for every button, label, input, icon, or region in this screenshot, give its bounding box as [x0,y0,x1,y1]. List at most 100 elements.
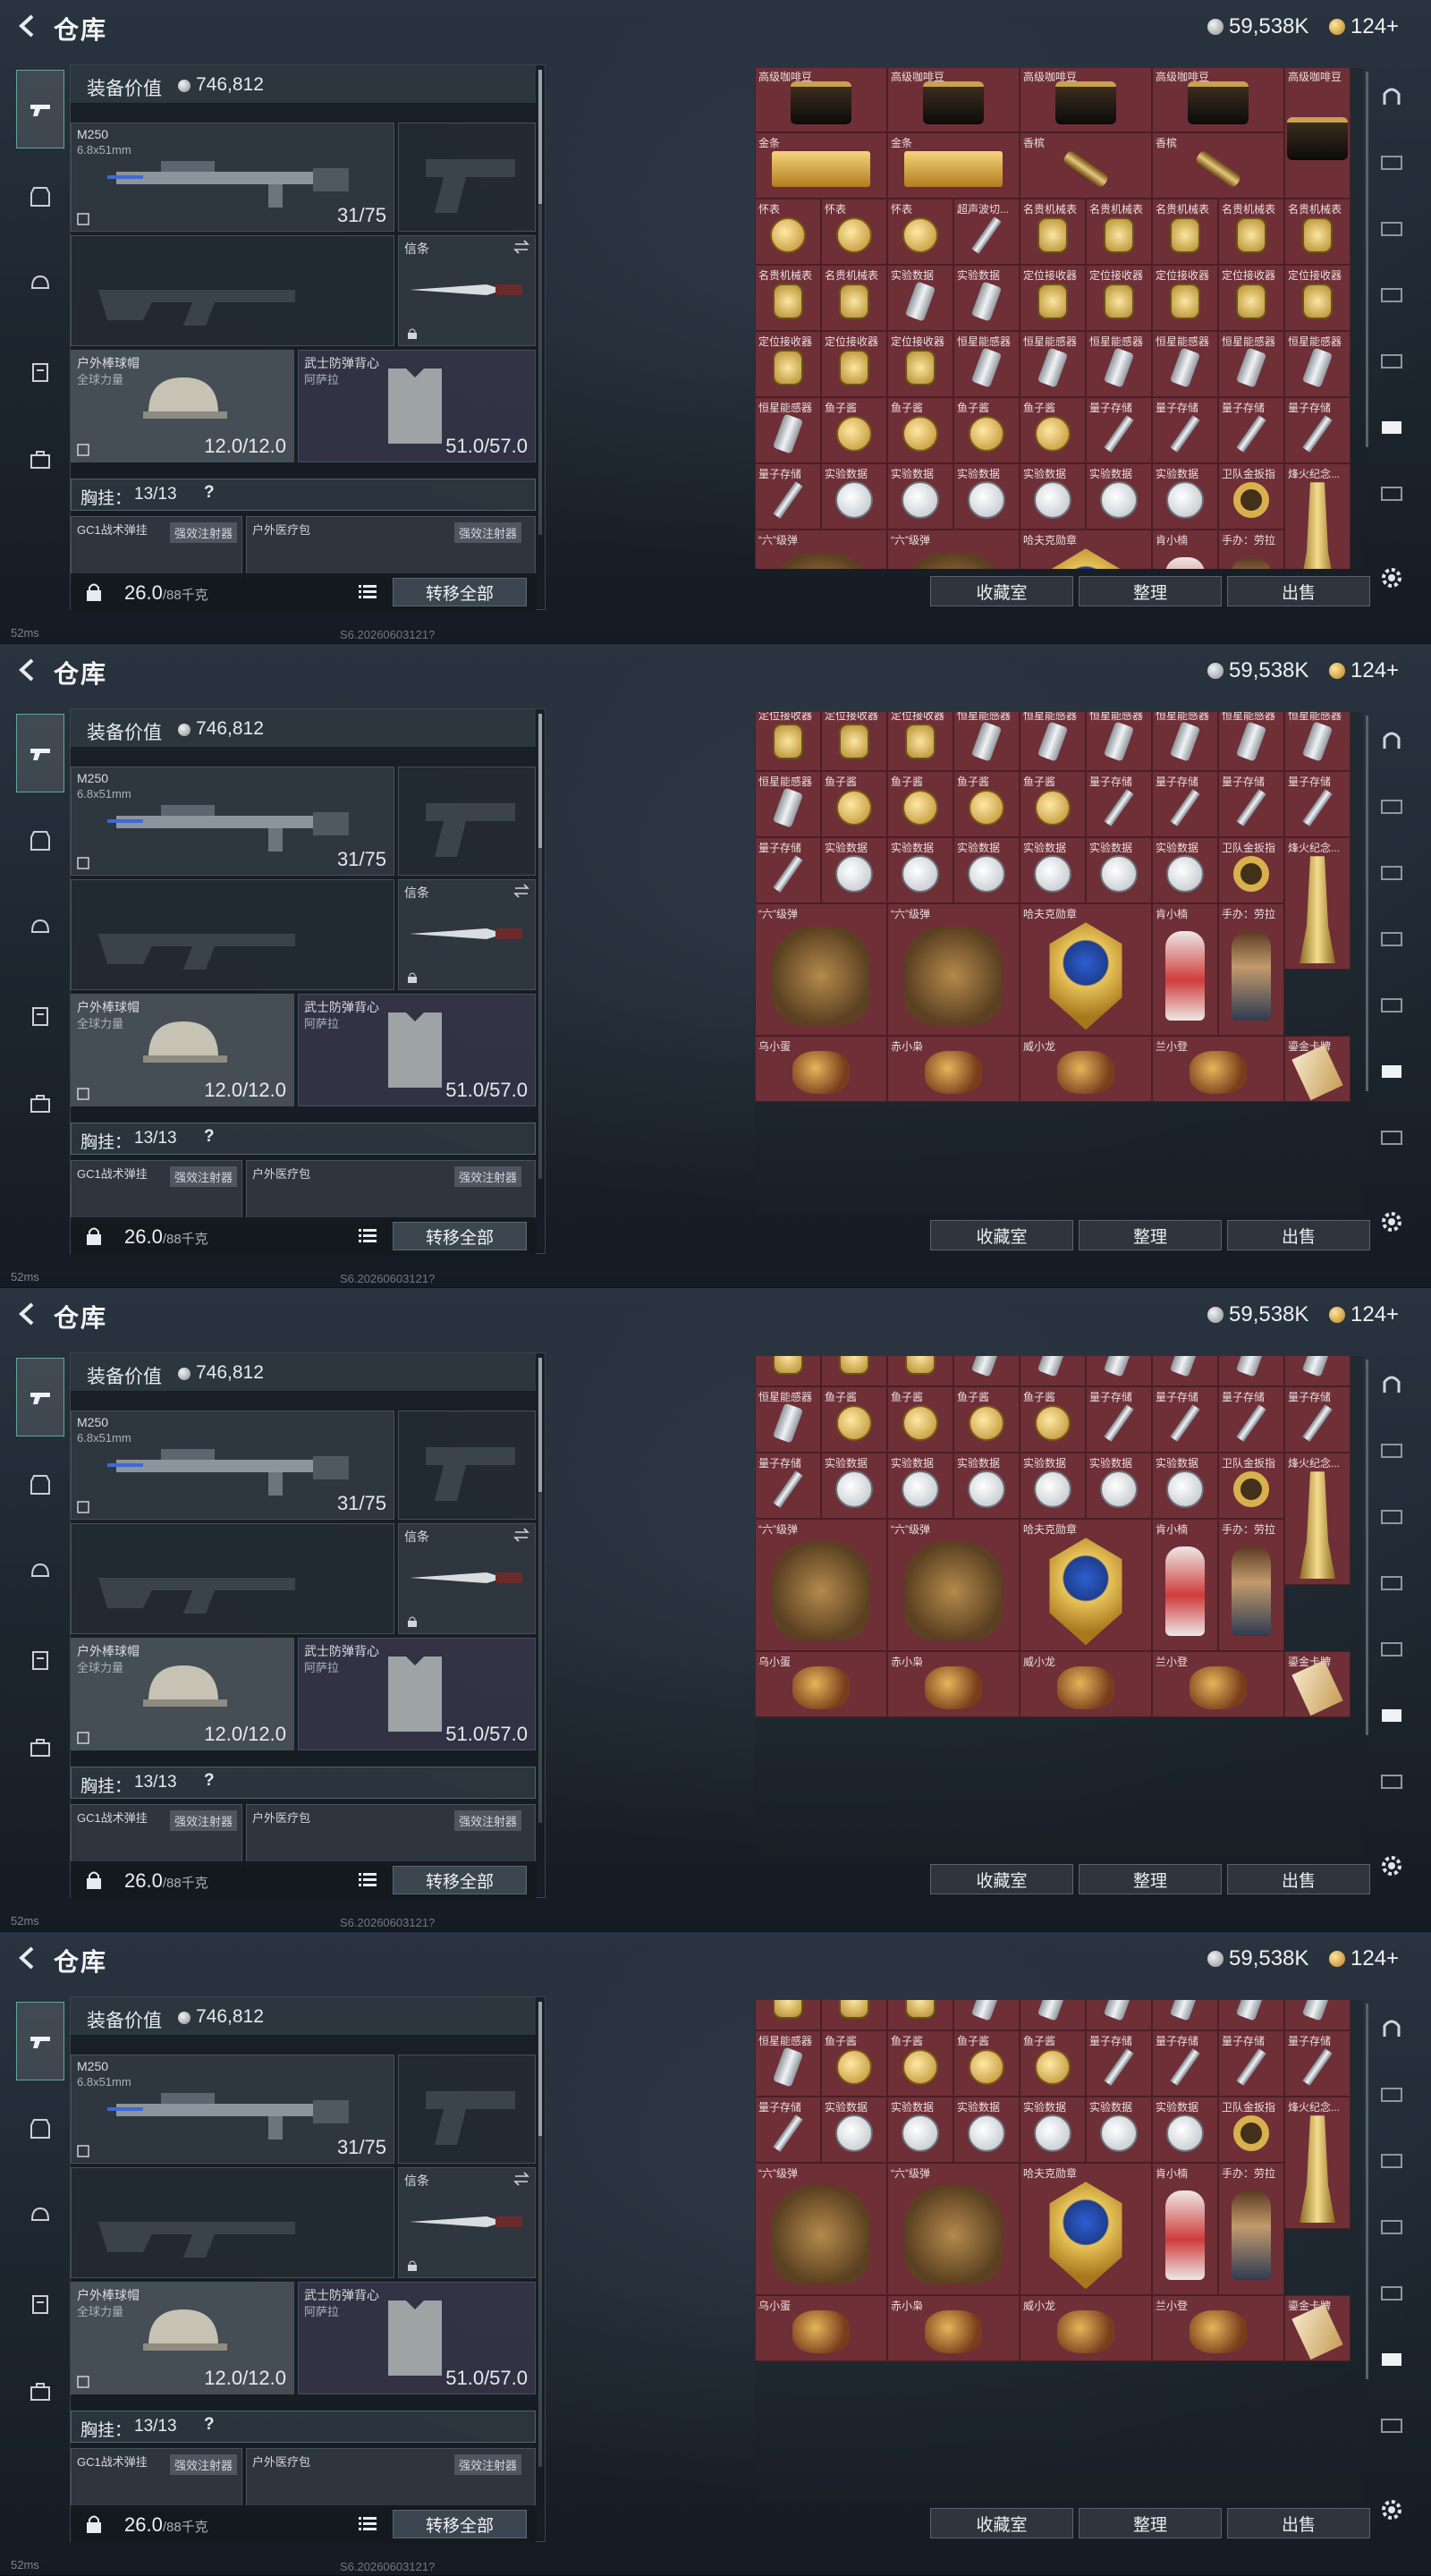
back-arrow-icon[interactable] [14,657,41,683]
inventory-item[interactable]: 定位接收器 [821,331,887,397]
armor-slot[interactable]: 武士防弹背心 阿萨拉 51.0/57.0 [298,1638,536,1750]
inventory-item[interactable]: 实验数据 [1152,1453,1218,1519]
inventory-item[interactable]: 恒星能感器 [1284,2000,1351,2030]
inventory-item[interactable]: 实验数据 [1152,463,1218,530]
helmet-slot[interactable]: 户外棒球帽 全球力量 12.0/12.0 [71,1638,294,1750]
inventory-item[interactable]: 定位接收器 [1218,265,1284,331]
inventory-item[interactable]: “六”级弹 [887,2163,1020,2295]
loadout-scroll-thumb[interactable] [538,714,542,848]
inventory-item[interactable]: 实验数据 [1020,463,1086,530]
storage-tab-1[interactable] [1368,68,1415,125]
collection-room-button[interactable]: 收藏室 [930,1864,1073,1894]
storage-tab-4[interactable] [1368,2199,1415,2256]
loadout-scrollbar[interactable] [538,70,542,535]
transfer-all-button[interactable]: 转移全部 [393,1866,527,1894]
inventory-item[interactable]: 恒星能感器 [1020,331,1086,397]
inventory-item[interactable]: “六”级弹 [755,2163,887,2295]
helmet-slot[interactable]: 户外棒球帽 全球力量 12.0/12.0 [71,350,294,462]
melee-slot[interactable]: 信条 [398,1523,536,1634]
armor-slot[interactable]: 武士防弹背心 阿萨拉 51.0/57.0 [298,2282,536,2394]
inventory-item[interactable]: 香槟 [1020,132,1152,199]
inventory-item[interactable]: 乌小蛋 [755,2295,887,2361]
nav-helmet-tab[interactable] [16,1533,64,1612]
inventory-item[interactable]: 恒星能感器 [1086,2000,1152,2030]
inventory-item[interactable]: 定位接收器 [821,1356,887,1386]
storage-tab-5[interactable] [1368,333,1415,390]
inventory-item[interactable]: 量子存储 [1284,397,1351,463]
inventory-item[interactable]: 恒星能感器 [1086,712,1152,771]
gear-icon[interactable] [1379,565,1404,590]
collection-room-button[interactable]: 收藏室 [930,2508,1073,2538]
inventory-item[interactable]: 实验数据 [953,463,1020,530]
inventory-item[interactable]: 恒星能感器 [1152,331,1218,397]
storage-tab-3[interactable] [1368,200,1415,258]
transfer-all-button[interactable]: 转移全部 [393,2510,527,2538]
inventory-item[interactable]: 高级咖啡豆 [1284,68,1351,199]
nav-bag-tab[interactable] [16,420,64,499]
primary-weapon-slot[interactable]: M250 6.8x51mm 31/75 [71,123,394,232]
inventory-item[interactable]: 香槟 [1152,132,1284,199]
inventory-item[interactable]: 威小龙 [1020,2295,1152,2361]
inventory-item[interactable]: 名贵机械表 [1020,199,1086,265]
loadout-scroll-thumb[interactable] [538,1358,542,1492]
inventory-item[interactable]: 定位接收器 [821,712,887,771]
inventory-item[interactable]: 鱼子酱 [953,2030,1020,2097]
inventory-item[interactable]: 卫队金扳指 [1218,2097,1284,2163]
silver-currency[interactable]: 59,538K [1207,14,1308,39]
inventory-item[interactable]: 恒星能感器 [1284,331,1351,397]
inventory-item[interactable]: 恒星能感器 [1218,1356,1284,1386]
nav-weapon-tab[interactable] [16,1358,64,1436]
inventory-item[interactable]: 恒星能感器 [755,1386,821,1453]
inventory-item[interactable]: 鎏金卡牌 [1284,2295,1351,2361]
storage-tab-4[interactable] [1368,911,1415,968]
inventory-item[interactable]: 手办：劳拉 [1218,2163,1284,2295]
storage-tab-1[interactable] [1368,1356,1415,1413]
organize-button[interactable]: 整理 [1079,576,1222,606]
storage-tab-2[interactable] [1368,1422,1415,1479]
sell-button[interactable]: 出售 [1227,1220,1370,1250]
inventory-item[interactable]: 恒星能感器 [755,771,821,837]
gold-currency[interactable]: 124+ [1329,658,1399,683]
inventory-item[interactable]: 定位接收器 [887,2000,953,2030]
inventory-item[interactable]: 定位接收器 [1020,265,1086,331]
storage-tab-3[interactable] [1368,1488,1415,1546]
inventory-item[interactable]: 量子存储 [1284,771,1351,837]
inventory-item[interactable]: 恒星能感器 [1284,712,1351,771]
storage-tab-5[interactable] [1368,977,1415,1034]
inventory-item[interactable]: 名贵机械表 [755,265,821,331]
inventory-item[interactable]: “六”级弹 [887,1519,1020,1651]
inventory-item[interactable]: 量子存储 [755,1453,821,1519]
inventory-item[interactable]: 高级咖啡豆 [887,68,1020,132]
back-arrow-icon[interactable] [14,13,41,39]
inventory-item[interactable]: 鎏金卡牌 [1284,1651,1351,1717]
inventory-item[interactable]: 实验数据 [1020,2097,1086,2163]
inventory-item[interactable]: 量子存储 [1152,771,1218,837]
inventory-item[interactable]: 实验数据 [953,1453,1020,1519]
inventory-item[interactable]: 实验数据 [821,1453,887,1519]
primary-weapon-slot[interactable]: M250 6.8x51mm 31/75 [71,1411,394,1520]
inventory-item[interactable]: 恒星能感器 [1086,331,1152,397]
second-primary-slot[interactable] [71,235,394,346]
chest-rig-row[interactable]: 胸挂： 13/13 ? [71,479,536,511]
inventory-item[interactable]: 定位接收器 [755,712,821,771]
helmet-slot[interactable]: 户外棒球帽 全球力量 12.0/12.0 [71,2282,294,2394]
inventory-item[interactable]: 鱼子酱 [821,771,887,837]
inventory-item[interactable]: 实验数据 [821,463,887,530]
storage-tab-1[interactable] [1368,712,1415,769]
inventory-item[interactable]: 恒星能感器 [1020,2000,1086,2030]
help-icon[interactable]: ? [204,2415,215,2435]
inventory-item[interactable]: 鱼子酱 [1020,771,1086,837]
pouch-slot-1[interactable]: GC1战术弹挂 强效注射器 [71,2448,242,2511]
inventory-item[interactable]: 实验数据 [1086,837,1152,903]
loadout-scroll-thumb[interactable] [538,70,542,204]
inventory-item[interactable]: “六”级弹 [755,530,887,569]
nav-rig-tab[interactable] [16,2265,64,2343]
inventory-item[interactable]: 肯小楠 [1152,1519,1218,1651]
nav-armor-tab[interactable] [16,801,64,880]
primary-weapon-slot[interactable]: M250 6.8x51mm 31/75 [71,2055,394,2164]
storage-tab-6-active[interactable] [1368,399,1415,456]
inventory-item[interactable]: 实验数据 [1152,837,1218,903]
inventory-item[interactable]: 哈夫克勋章 [1020,1519,1152,1651]
organize-button[interactable]: 整理 [1079,1864,1222,1894]
inventory-item[interactable]: 金条 [887,132,1020,199]
